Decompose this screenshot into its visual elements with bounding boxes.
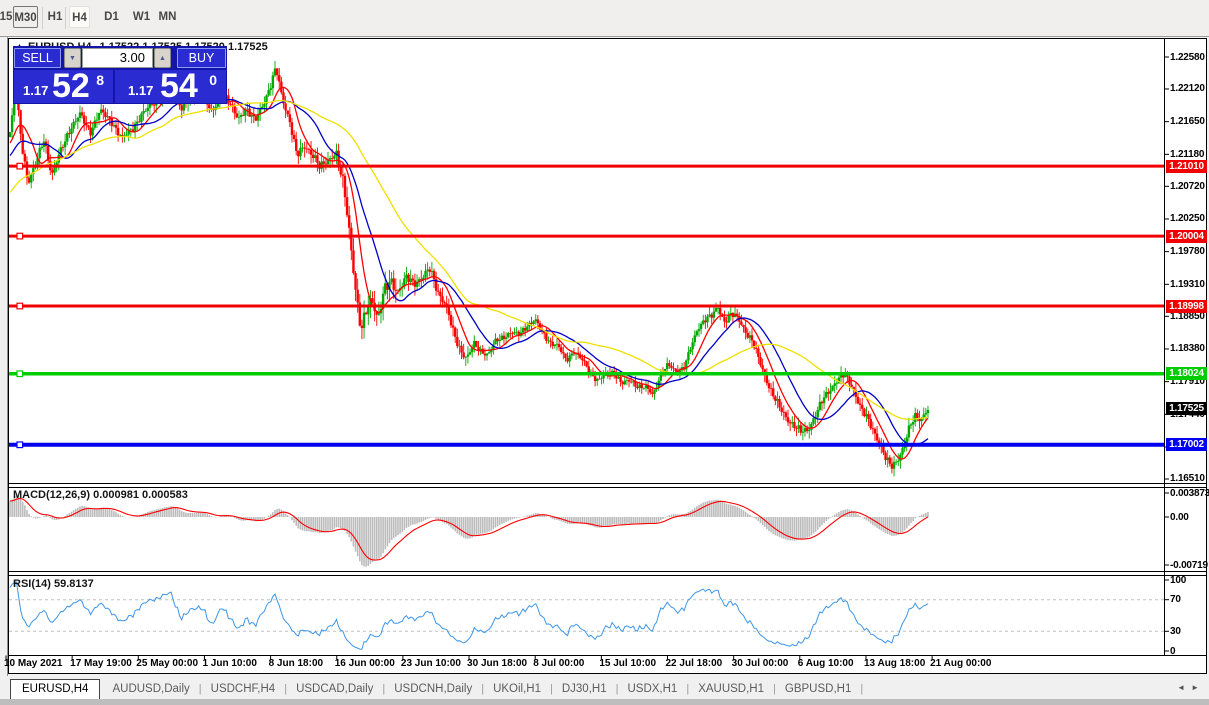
level-price-label[interactable]: 1.21010 (1166, 160, 1207, 173)
sell-button[interactable]: SELL (14, 48, 61, 68)
chart-tab-usdx-h1[interactable]: USDX,H1 (618, 680, 686, 699)
rsi-panel[interactable] (9, 576, 1164, 655)
toolbar-separator (42, 7, 43, 29)
chart-tab-xauusd-h1[interactable]: XAUUSD,H1 (689, 680, 773, 699)
chevron-up-icon: ▲ (159, 55, 166, 62)
timeframe-button-h4[interactable]: H4 (69, 6, 90, 28)
level-price-label[interactable]: 1.18024 (1166, 367, 1207, 380)
buy-price-big-digits: 54 (160, 70, 198, 103)
sell-price-pip-digit: 8 (96, 72, 104, 88)
chart-tab-audusd-daily[interactable]: AUDUSD,Daily (103, 680, 198, 699)
chart-tab-gbpusd-h1[interactable]: GBPUSD,H1 (776, 680, 860, 699)
tab-bar: EURUSD,H4AUDUSD,Daily|USDCHF,H4|USDCAD,D… (0, 676, 1209, 699)
one-click-trading-panel: SELL ▼ 3.00 ▲ BUY 1.17 52 8 1.17 54 0 (13, 46, 227, 104)
tab-bar-items: EURUSD,H4AUDUSD,Daily|USDCHF,H4|USDCAD,D… (10, 676, 863, 699)
buy-button[interactable]: BUY (177, 48, 226, 68)
chart-tab-eurusd-h4[interactable]: EURUSD,H4 (10, 679, 100, 700)
tab-scroll-right-icon[interactable]: ► (1191, 683, 1199, 692)
macd-panel[interactable] (9, 488, 1164, 570)
chart-tab-ukoil-h1[interactable]: UKOil,H1 (484, 680, 550, 699)
level-price-label[interactable]: 1.20004 (1166, 230, 1207, 243)
window-left-margin (0, 37, 8, 705)
toolbar-separator (65, 7, 66, 29)
chart-tab-usdchf-h4[interactable]: USDCHF,H4 (202, 680, 285, 699)
timeframe-button-d1[interactable]: D1 (101, 7, 122, 28)
timeframe-toolbar: 15M30 H1H4 D1 W1MN (0, 0, 1209, 37)
window-bottom-edge (0, 699, 1209, 705)
chart-tab-usdcnh-daily[interactable]: USDCNH,Daily (385, 680, 481, 699)
chevron-down-icon: ▼ (69, 55, 76, 62)
timeframe-button-15[interactable]: 15 (0, 7, 14, 28)
buy-price-pip-digit: 0 (209, 72, 217, 88)
timeframe-button-h1[interactable]: H1 (45, 7, 65, 28)
timeframe-button-m30[interactable]: M30 (13, 6, 38, 28)
chart-tab-usdcad-daily[interactable]: USDCAD,Daily (287, 680, 382, 699)
volume-decrease-button[interactable]: ▼ (64, 48, 81, 68)
chart-tab-dj30-h1[interactable]: DJ30,H1 (553, 680, 616, 699)
volume-input[interactable]: 3.00 (82, 48, 153, 68)
volume-increase-button[interactable]: ▲ (154, 48, 171, 68)
sell-price-big-digits: 52 (52, 70, 90, 103)
buy-price-display[interactable]: 1.17 54 0 (115, 70, 226, 103)
level-price-label[interactable]: 1.18998 (1166, 300, 1207, 313)
level-price-label[interactable]: 1.17002 (1166, 438, 1207, 451)
tab-separator: | (860, 680, 863, 699)
timeframe-button-w1[interactable]: W1 (131, 7, 152, 28)
sell-price-display[interactable]: 1.17 52 8 (14, 70, 113, 103)
sell-price-prefix: 1.17 (23, 83, 48, 98)
timeframe-button-mn[interactable]: MN (157, 7, 178, 28)
tab-scroll-left-icon[interactable]: ◄ (1177, 683, 1185, 692)
buy-price-prefix: 1.17 (128, 83, 153, 98)
price-chart-panel[interactable] (9, 39, 1164, 483)
